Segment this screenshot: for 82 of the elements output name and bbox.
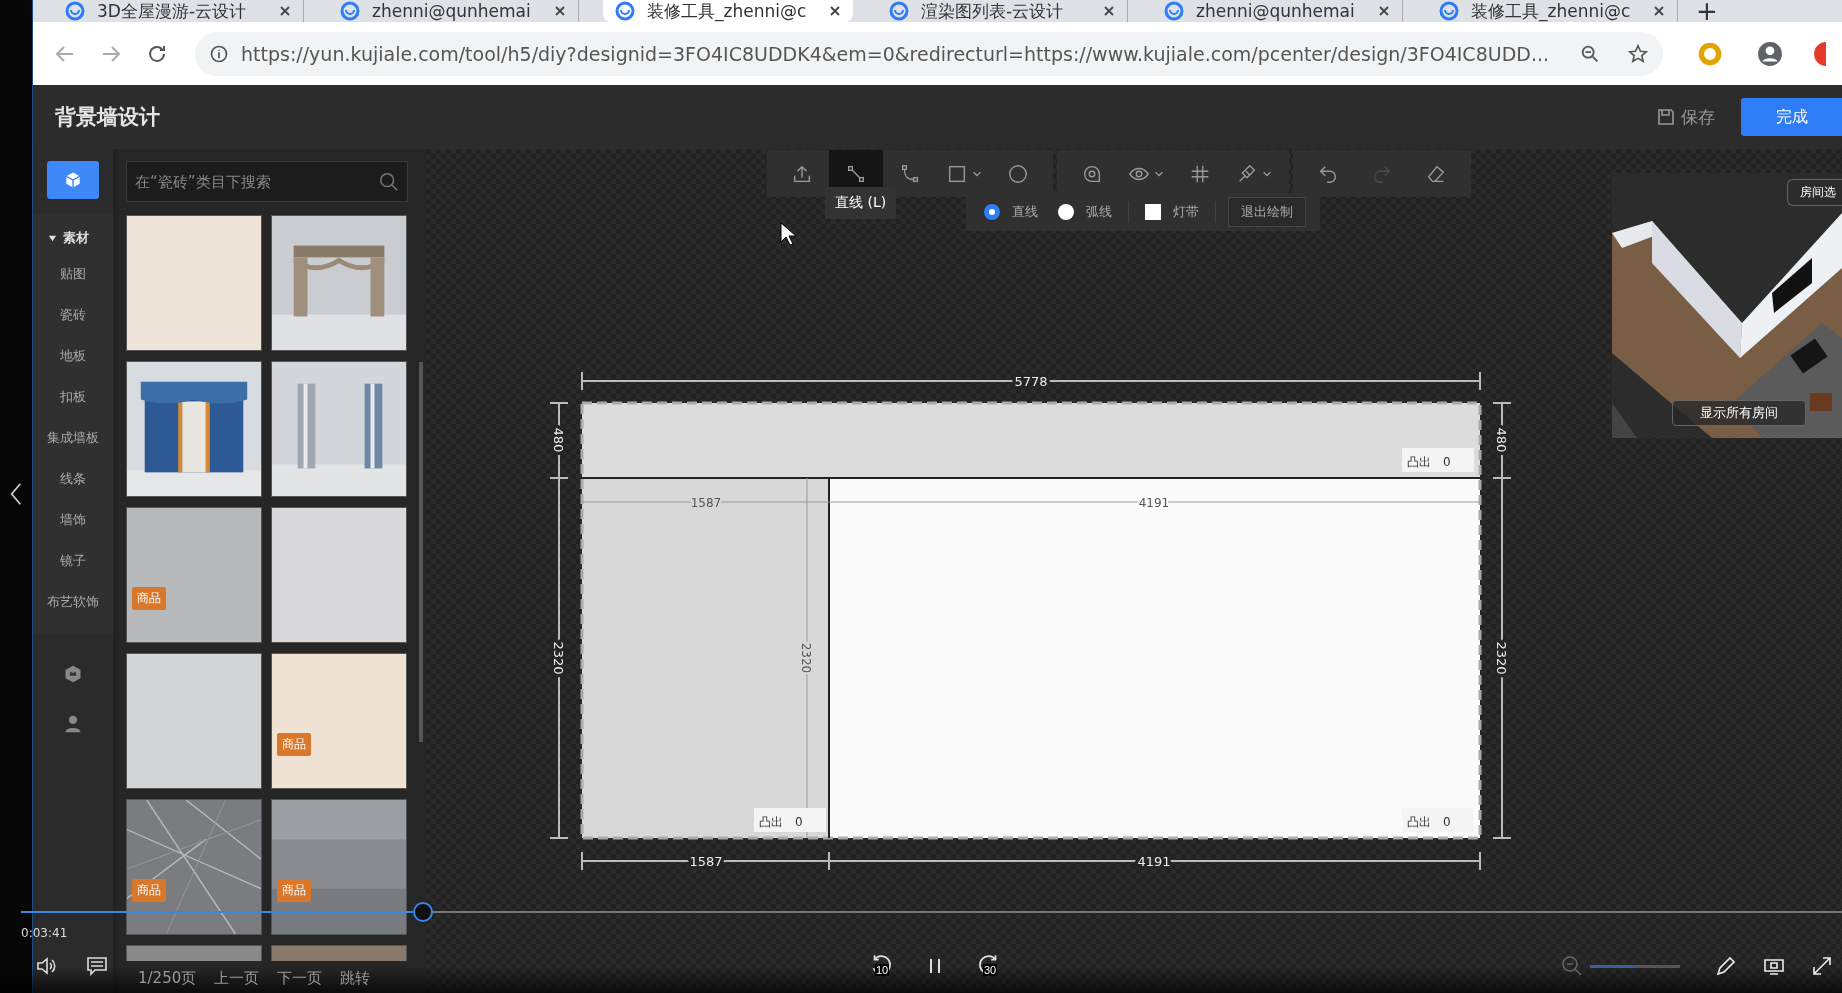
radio-option[interactable]: 直线 (980, 203, 1042, 221)
model-button[interactable] (47, 161, 99, 199)
forward-button[interactable]: 30 (973, 950, 1005, 982)
tooltip: 直线 (L) (825, 187, 897, 219)
pagination-link[interactable]: 1/250页 (138, 969, 197, 988)
pagination-link[interactable]: 下一页 (277, 969, 323, 988)
category-item[interactable]: 线条 (60, 458, 86, 499)
close-icon[interactable] (829, 5, 841, 17)
protrusion-field[interactable]: 凸出 0 (1402, 808, 1474, 832)
extension-icon[interactable] (1697, 40, 1723, 67)
save-button[interactable]: 保存 (1650, 104, 1721, 130)
dimension-label: 4191 (1138, 496, 1170, 510)
product-badge: 商品 (277, 879, 311, 902)
category-item[interactable]: 扣板 (60, 376, 86, 417)
site-icon (615, 1, 635, 21)
category-item[interactable]: 镜子 (60, 540, 86, 581)
dimension-label: 480 (1494, 427, 1509, 453)
close-icon[interactable] (1653, 5, 1665, 17)
protrusion-field[interactable]: 凸出 0 (1402, 448, 1474, 472)
category-item[interactable]: 墙饰 (60, 499, 86, 540)
category-title: 素材 (62, 229, 89, 247)
zoom-slider[interactable] (1590, 964, 1680, 968)
category-item[interactable]: 贴图 (60, 253, 86, 294)
exit-drawing-button[interactable]: 退出绘制 (1228, 197, 1306, 227)
site-icon (340, 1, 360, 21)
room-select-button[interactable]: 房间选 (1787, 179, 1842, 206)
material-swatch[interactable] (127, 654, 261, 788)
new-tab-button[interactable]: + (1696, 0, 1718, 22)
category-item[interactable]: 瓷砖 (60, 294, 86, 335)
radio-option[interactable]: 弧线 (1054, 203, 1116, 221)
site-icon (1164, 1, 1184, 21)
browser-tab[interactable]: 装修工具_zhenni@c (603, 0, 853, 22)
product-badge: 商品 (132, 587, 166, 610)
material-swatch[interactable] (272, 508, 406, 642)
hexagon-icon[interactable] (63, 664, 83, 684)
fullscreen-icon[interactable] (1810, 954, 1834, 978)
done-button[interactable]: 完成 (1741, 98, 1842, 136)
pen-icon[interactable] (1714, 954, 1738, 978)
cursor-icon (780, 222, 796, 246)
app-title: 背景墙设计 (55, 104, 161, 131)
dimension-label: 1587 (690, 496, 722, 510)
protrusion-field[interactable]: 凸出 0 (754, 808, 826, 832)
site-icon (65, 1, 85, 21)
playback-time: 0:03:41 (21, 926, 68, 940)
pagination-link[interactable]: 上一页 (214, 969, 260, 988)
subtitles-icon[interactable] (85, 954, 109, 978)
profile-icon[interactable] (1757, 40, 1783, 67)
floppy-icon (1656, 107, 1676, 127)
product-badge: 商品 (277, 733, 311, 756)
checkbox-option[interactable]: 灯带 (1141, 203, 1203, 221)
progress-track[interactable] (21, 902, 1842, 922)
search-icon[interactable] (378, 171, 400, 193)
dimension-label: 2320 (551, 641, 566, 675)
pagination-link[interactable]: 跳转 (340, 969, 371, 988)
category-item[interactable]: 集成墙板 (47, 417, 99, 458)
caret-icon (47, 233, 57, 243)
close-icon[interactable] (554, 5, 566, 17)
site-icon (889, 1, 909, 21)
show-all-rooms-button[interactable]: 显示所有房间 (1672, 400, 1806, 426)
category-item[interactable]: 地板 (60, 335, 86, 376)
product-badge: 商品 (132, 879, 166, 902)
info-icon (209, 43, 229, 64)
dimension-label: 480 (551, 427, 566, 453)
user-icon[interactable] (63, 714, 83, 734)
material-swatch[interactable] (272, 654, 406, 788)
zoom-out-icon[interactable] (1560, 954, 1584, 978)
category-item[interactable]: 布艺软饰 (47, 581, 99, 622)
close-icon[interactable] (1103, 5, 1115, 17)
cube-icon (63, 170, 83, 190)
material-swatch[interactable] (127, 508, 261, 642)
address-field[interactable]: https://yun.kujiale.com/tool/h5/diy?designid=3FO4IC8UDDK4&em=0&redirecturl=https://www.kujiale.com/pcenter/design/3FO4IC8UDD... (195, 31, 1663, 76)
dimension-label: 2320 (1494, 641, 1509, 675)
close-icon[interactable] (1378, 5, 1390, 17)
close-icon[interactable] (279, 5, 291, 17)
search-field[interactable]: 在“瓷砖”类目下搜索 (126, 161, 408, 202)
star-icon[interactable] (1627, 42, 1649, 65)
chevron-left-icon[interactable] (10, 480, 22, 507)
category-header[interactable]: 素材 (47, 223, 89, 253)
dimension-label: 2320 (799, 642, 813, 674)
rewind-button[interactable]: 10 (865, 950, 897, 982)
material-swatch[interactable] (127, 216, 261, 350)
site-icon (1439, 1, 1459, 21)
